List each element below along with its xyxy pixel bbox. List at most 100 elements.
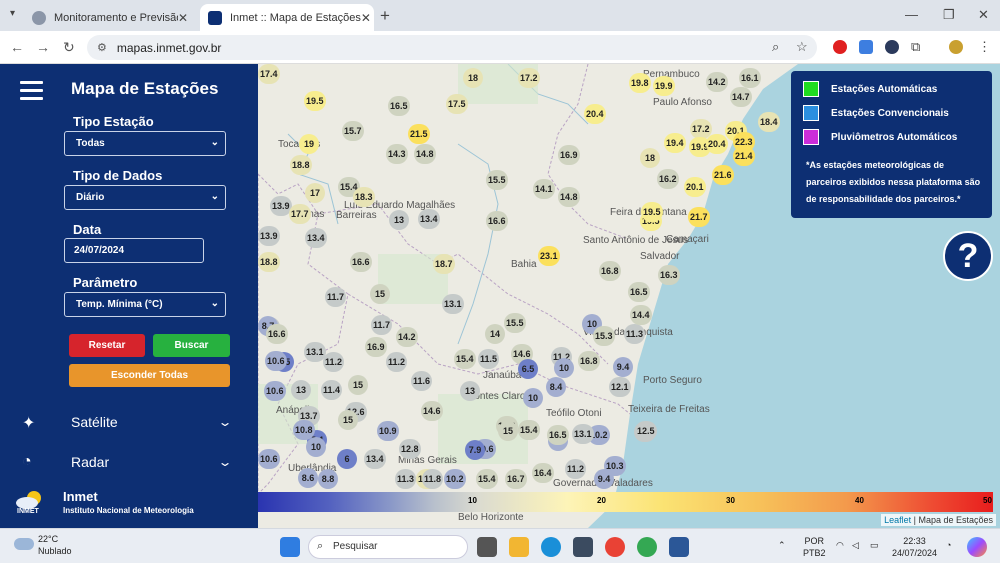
- station-marker[interactable]: 15.4: [476, 469, 498, 489]
- tipo-estacao-select[interactable]: Todas ⌄: [64, 131, 226, 156]
- station-marker[interactable]: 20.4: [584, 104, 606, 124]
- station-marker[interactable]: 13.1: [304, 342, 326, 362]
- station-marker[interactable]: 16.6: [266, 324, 288, 344]
- station-marker[interactable]: 11.6: [411, 371, 433, 391]
- menu-satelite[interactable]: Satélite: [71, 414, 118, 430]
- word-icon[interactable]: [669, 537, 689, 557]
- legend-label-conv[interactable]: Estações Convencionais: [831, 108, 949, 119]
- station-marker[interactable]: 13.9: [258, 226, 280, 246]
- file-explorer-icon[interactable]: [509, 537, 529, 557]
- back-icon[interactable]: ←: [10, 39, 24, 55]
- station-marker[interactable]: 15: [338, 410, 358, 430]
- profile-avatar[interactable]: [949, 40, 963, 54]
- station-marker[interactable]: 21.5: [408, 124, 430, 144]
- parametro-select[interactable]: Temp. Mínima (°C) ⌄: [64, 292, 226, 317]
- legend-label-auto[interactable]: Estações Automáticas: [831, 84, 937, 95]
- station-marker[interactable]: 11.2: [565, 459, 587, 479]
- station-marker[interactable]: 23.1: [538, 246, 560, 266]
- station-marker[interactable]: 21.6: [712, 165, 734, 185]
- cloud-icon[interactable]: [14, 538, 34, 550]
- station-marker[interactable]: 14.6: [421, 401, 443, 421]
- station-marker[interactable]: 11.4: [321, 380, 343, 400]
- station-marker[interactable]: 16.6: [350, 252, 372, 272]
- station-marker[interactable]: 16.9: [365, 337, 387, 357]
- station-marker[interactable]: 17.2: [518, 68, 540, 88]
- station-marker[interactable]: 14.3: [386, 144, 408, 164]
- station-marker[interactable]: 12.1: [609, 377, 631, 397]
- station-marker[interactable]: 13.1: [572, 424, 594, 444]
- reset-button[interactable]: Resetar: [69, 334, 145, 357]
- language-indicator[interactable]: POR PTB2: [803, 535, 826, 559]
- station-marker[interactable]: 11.3: [624, 324, 646, 344]
- tray-overflow-icon[interactable]: ⌃: [778, 539, 786, 551]
- station-marker[interactable]: 12.5: [635, 421, 657, 441]
- station-marker[interactable]: 10.6: [265, 351, 287, 371]
- station-marker[interactable]: 15.5: [486, 170, 508, 190]
- close-tab-icon[interactable]: ✕: [361, 11, 371, 25]
- station-marker[interactable]: 19: [299, 134, 319, 154]
- close-window-icon[interactable]: ✕: [978, 7, 989, 23]
- station-marker[interactable]: 13: [291, 380, 311, 400]
- station-marker[interactable]: 14.8: [558, 187, 580, 207]
- station-marker[interactable]: 14.2: [396, 327, 418, 347]
- new-tab-icon[interactable]: +: [380, 6, 390, 26]
- station-marker[interactable]: 14.2: [706, 72, 728, 92]
- station-marker[interactable]: 15.3: [593, 326, 615, 346]
- station-marker[interactable]: 19.5: [304, 91, 326, 111]
- reload-icon[interactable]: ↻: [63, 39, 75, 56]
- wifi-icon[interactable]: ◠: [836, 539, 844, 551]
- station-marker[interactable]: 17.7: [289, 204, 311, 224]
- station-marker[interactable]: 16.5: [547, 425, 569, 445]
- station-marker[interactable]: 13.4: [305, 228, 327, 248]
- station-marker[interactable]: 18.4: [758, 112, 780, 132]
- browser-tab-inmet[interactable]: Inmet :: Mapa de Estações ✕: [200, 4, 374, 31]
- date-input[interactable]: 24/07/2024: [64, 238, 204, 263]
- station-marker[interactable]: 16.3: [658, 265, 680, 285]
- station-marker[interactable]: 15.4: [518, 420, 540, 440]
- bookmark-star-icon[interactable]: ☆: [796, 39, 808, 55]
- extensions-puzzle-icon[interactable]: ⧉: [911, 39, 920, 55]
- close-tab-icon[interactable]: ✕: [178, 11, 188, 25]
- station-marker[interactable]: 18.8: [258, 252, 280, 272]
- station-marker[interactable]: 11.2: [386, 352, 408, 372]
- task-view-icon[interactable]: [477, 537, 497, 557]
- station-marker[interactable]: 17.5: [446, 94, 468, 114]
- station-marker[interactable]: 14.1: [533, 179, 555, 199]
- station-marker[interactable]: 14.8: [414, 144, 436, 164]
- station-marker[interactable]: 15: [348, 375, 368, 395]
- station-marker[interactable]: 19.4: [664, 133, 686, 153]
- station-marker[interactable]: 10.2: [444, 469, 466, 489]
- address-bar[interactable]: ⚙ mapas.inmet.gov.br: [87, 35, 817, 60]
- station-marker[interactable]: 20.4: [706, 134, 728, 154]
- station-marker[interactable]: 16.5: [628, 282, 650, 302]
- station-marker[interactable]: 8.4: [546, 377, 566, 397]
- station-marker[interactable]: 10: [306, 437, 326, 457]
- station-marker[interactable]: 21.7: [688, 207, 710, 227]
- station-marker[interactable]: 9.4: [594, 469, 614, 489]
- station-marker[interactable]: 15.4: [454, 349, 476, 369]
- station-marker[interactable]: 20.1: [684, 177, 706, 197]
- station-marker[interactable]: 15: [370, 284, 390, 304]
- station-marker[interactable]: 18.3: [353, 187, 375, 207]
- station-map[interactable]: TocantinsPalmasLuís Eduardo MagalhãesBar…: [258, 64, 1000, 528]
- station-marker[interactable]: 16.5: [388, 96, 410, 116]
- menu-radar[interactable]: Radar: [71, 454, 109, 470]
- store-icon[interactable]: [573, 537, 593, 557]
- station-marker[interactable]: 10.6: [258, 449, 280, 469]
- leaflet-link[interactable]: Leaflet: [884, 515, 911, 525]
- volume-icon[interactable]: ◁: [852, 539, 859, 551]
- station-marker[interactable]: 18.8: [290, 155, 312, 175]
- station-marker[interactable]: 18.7: [433, 254, 455, 274]
- browser-menu-icon[interactable]: ⋮: [978, 39, 991, 55]
- station-marker[interactable]: 16.2: [657, 169, 679, 189]
- browser-tab-monitoramento[interactable]: Monitoramento e Previsão - Bra ✕: [24, 4, 196, 31]
- station-marker[interactable]: 11.7: [371, 315, 393, 335]
- battery-icon[interactable]: ▭: [870, 539, 879, 551]
- station-marker[interactable]: 16.7: [505, 469, 527, 489]
- translate-extension-icon[interactable]: [859, 40, 873, 54]
- station-marker[interactable]: 11.5: [478, 349, 500, 369]
- station-marker[interactable]: 11.2: [323, 352, 345, 372]
- station-marker[interactable]: 16.9: [558, 145, 580, 165]
- hide-all-button[interactable]: Esconder Todas: [69, 364, 230, 387]
- station-marker[interactable]: 19.5: [641, 202, 663, 222]
